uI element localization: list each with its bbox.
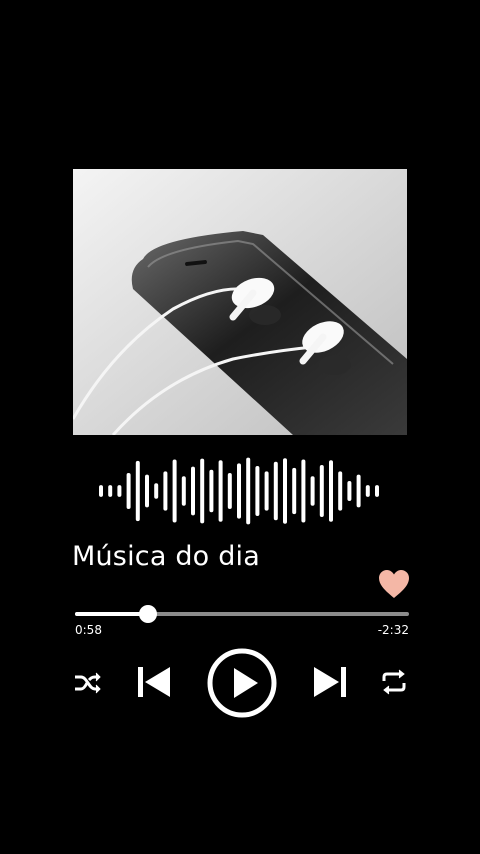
shuffle-icon — [73, 670, 103, 696]
repeat-button[interactable] — [380, 669, 408, 695]
skip-previous-icon — [137, 665, 171, 699]
play-icon — [206, 647, 278, 719]
progress-knob[interactable] — [139, 605, 158, 623]
shuffle-button[interactable] — [73, 670, 103, 696]
skip-next-icon — [313, 665, 347, 699]
next-track-button[interactable] — [313, 665, 347, 699]
repeat-icon — [380, 669, 408, 695]
play-button[interactable] — [206, 647, 278, 719]
playback-progress-bar[interactable] — [75, 605, 409, 623]
favorite-heart-icon[interactable] — [377, 568, 411, 600]
album-artwork — [73, 169, 407, 435]
time-elapsed: 0:58 — [75, 623, 102, 637]
track-title: Música do dia — [72, 541, 260, 572]
progress-fill — [75, 612, 149, 616]
audio-waveform — [99, 457, 379, 525]
time-remaining: -2:32 — [377, 623, 409, 637]
previous-track-button[interactable] — [137, 665, 171, 699]
